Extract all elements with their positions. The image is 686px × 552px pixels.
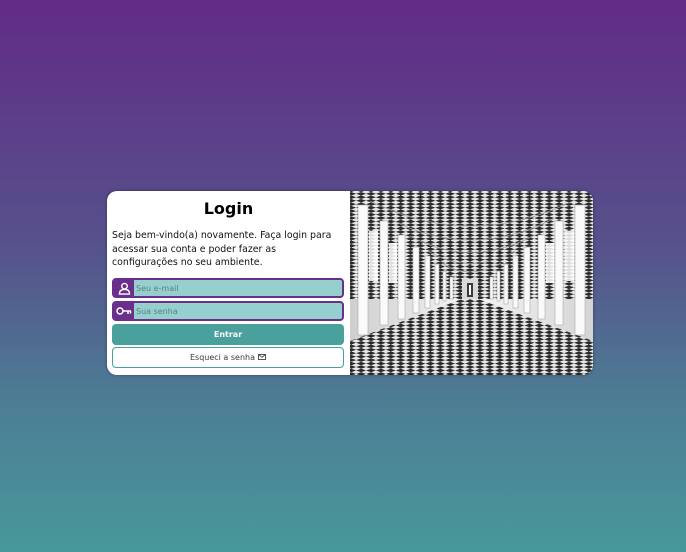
hall-photo: [350, 191, 593, 375]
envelope-icon: [258, 353, 266, 362]
submit-button-label: Entrar: [213, 330, 243, 339]
submit-button[interactable]: Entrar: [112, 324, 344, 345]
forgot-password-button[interactable]: Esqueci a senha: [112, 347, 344, 368]
email-input[interactable]: [134, 280, 338, 296]
password-input[interactable]: [134, 303, 338, 319]
login-card: Login Seja bem-vindo(a) novamente. Faça …: [107, 191, 593, 375]
login-form-panel: Login Seja bem-vindo(a) novamente. Faça …: [107, 191, 350, 375]
welcome-text: Seja bem-vindo(a) novamente. Faça login …: [112, 230, 332, 268]
page-title: Login: [203, 199, 254, 218]
password-field: [112, 301, 344, 321]
key-icon: [114, 303, 134, 319]
email-field: [112, 278, 344, 298]
forgot-password-label: Esqueci a senha: [189, 353, 256, 362]
user-icon: [114, 280, 134, 296]
